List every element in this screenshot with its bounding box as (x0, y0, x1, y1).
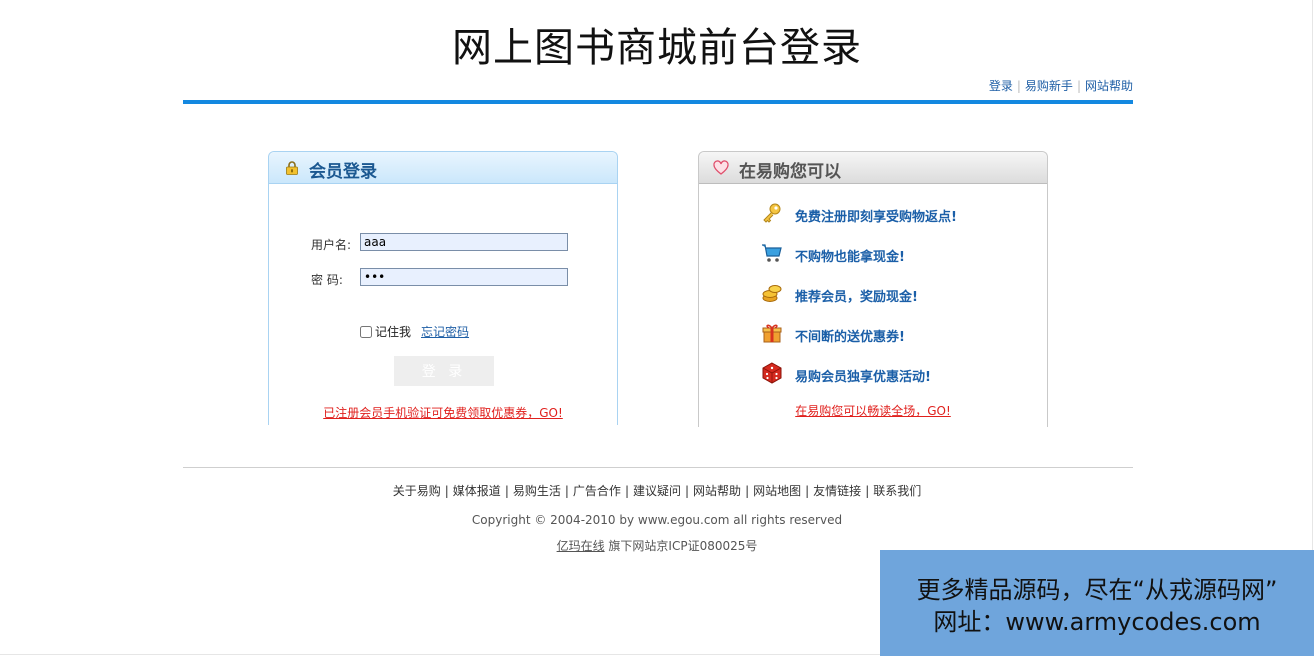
password-row: 密 码: (311, 268, 568, 288)
footer-link[interactable]: 网站地图 (753, 484, 801, 498)
separator: | (685, 484, 690, 498)
footer-link[interactable]: 关于易购 (393, 484, 441, 498)
lock-icon (286, 161, 298, 175)
footer-link[interactable]: 联系我们 (873, 484, 921, 498)
watermark-banner: 更多精品源码，尽在“从戎源码网” 网址：www.armycodes.com (880, 550, 1314, 656)
footer-link[interactable]: 媒体报道 (453, 484, 501, 498)
password-input[interactable] (360, 268, 568, 286)
coins-icon (762, 285, 782, 302)
remember-label: 记住我 (375, 325, 412, 339)
login-button[interactable]: 登 录 (394, 356, 494, 386)
cart-icon (762, 244, 782, 262)
page-title: 网上图书商城前台登录 (452, 25, 862, 71)
username-input[interactable] (360, 233, 568, 251)
footer-link[interactable]: 友情链接 (813, 484, 861, 498)
heart-icon (713, 160, 729, 175)
benefit-text: 不间断的送优惠券! (795, 330, 905, 345)
top-link-newbie[interactable]: 易购新手 (1025, 79, 1073, 93)
separator: | (1076, 79, 1081, 93)
member-login-panel: 会员登录 用户名: 密 码: 记住我忘记密码 登 录 已注册会员手机验证可免费领… (268, 151, 618, 425)
top-link-help[interactable]: 网站帮助 (1085, 79, 1133, 93)
username-label: 用户名: (311, 238, 352, 252)
login-panel-title: 会员登录 (309, 162, 377, 182)
password-label: 密 码: (311, 273, 343, 287)
gift-icon (762, 324, 782, 343)
benefits-panel-title: 在易购您可以 (739, 162, 841, 182)
footer-link[interactable]: 易购生活 (513, 484, 561, 498)
benefit-text: 免费注册即刻享受购物返点! (795, 210, 957, 225)
separator: | (805, 484, 810, 498)
separator: | (444, 484, 449, 498)
coupon-promo-link[interactable]: 已注册会员手机验证可免费领取优惠券，GO! (269, 404, 617, 421)
footer-links: 关于易购 | 媒体报道 | 易购生活 | 广告合作 | 建议疑问 | 网站帮助 | 网站地图 | 友情链接 |… (0, 482, 1314, 499)
login-panel-header: 会员登录 (269, 152, 617, 184)
header-divider (183, 100, 1133, 104)
separator: | (745, 484, 750, 498)
footer-link[interactable]: 广告合作 (573, 484, 621, 498)
copyright-text: Copyright © 2004-2010 by www.egou.com al… (471, 513, 843, 527)
benefit-text: 易购会员独享优惠活动! (795, 370, 931, 385)
separator: | (504, 484, 509, 498)
separator: | (564, 484, 569, 498)
top-links: 登录 | 易购新手 | 网站帮助 (989, 77, 1133, 94)
watermark-line-1: 更多精品源码，尽在“从戎源码网” (916, 576, 1278, 604)
footer-divider (183, 467, 1133, 468)
key-icon (763, 203, 781, 223)
benefit-text: 不购物也能拿现金! (795, 250, 905, 265)
benefit-text: 推荐会员，奖励现金! (795, 290, 918, 305)
watermark-line-2: 网址：www.armycodes.com (933, 608, 1261, 636)
yima-online-link[interactable]: 亿玛在线 (557, 539, 605, 553)
separator: | (1016, 79, 1021, 93)
forgot-password-link[interactable]: 忘记密码 (421, 325, 469, 339)
icp-text: 旗下网站京ICP证080025号 (604, 539, 758, 553)
footer-link[interactable]: 建议疑问 (633, 484, 681, 498)
top-link-login[interactable]: 登录 (989, 79, 1013, 93)
separator: | (624, 484, 629, 498)
dice-icon (762, 362, 782, 384)
footer-link[interactable]: 网站帮助 (693, 484, 741, 498)
remember-row: 记住我 忘记密码 (360, 323, 469, 340)
username-row: 用户名: (311, 233, 568, 253)
benefits-go-link[interactable]: 在易购您可以畅读全场，GO! (699, 402, 1047, 419)
remember-checkbox[interactable] (360, 326, 372, 338)
benefits-panel: 在易购您可以 免费注册即刻享受购物返点! 不购物也能拿现金! 推荐会员，奖励现金… (698, 151, 1048, 427)
separator: | (865, 484, 870, 498)
benefits-panel-header: 在易购您可以 (699, 152, 1047, 184)
